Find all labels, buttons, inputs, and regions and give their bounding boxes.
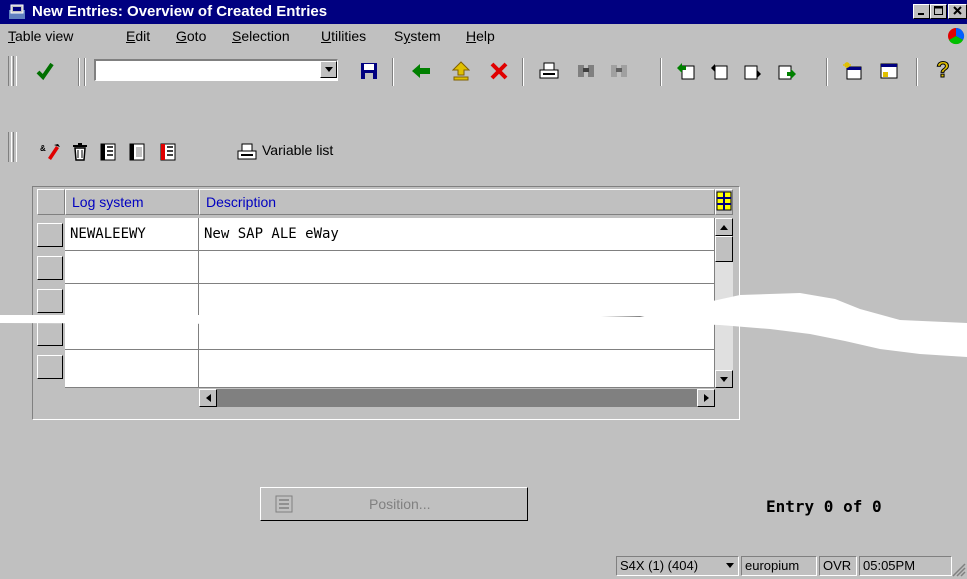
menu-edit[interactable]: Edit — [126, 28, 150, 44]
title-bar: New Entries: Overview of Created Entries — [0, 0, 967, 24]
torn-edge-overlay — [0, 293, 967, 357]
row-selector[interactable] — [37, 256, 63, 280]
row-selector[interactable] — [37, 355, 63, 379]
menu-goto[interactable]: Goto — [176, 28, 206, 44]
toolbar-grip — [13, 132, 17, 162]
table-settings-icon — [716, 191, 732, 211]
application-toolbar: & — [0, 90, 967, 180]
change-display-icon[interactable]: & — [40, 141, 62, 163]
system-field[interactable]: S4X (1) (404) — [616, 556, 739, 576]
menu-utilities[interactable]: Utilities — [321, 28, 366, 44]
back-icon[interactable] — [410, 60, 432, 82]
sap-logo-icon — [948, 27, 965, 45]
scroll-right-button[interactable] — [697, 389, 715, 407]
variable-list-button[interactable]: Variable list — [262, 142, 333, 158]
menu-table-view[interactable]: Table view — [8, 28, 73, 44]
menu-bar: Table view Edit Goto Selection Utilities… — [0, 24, 967, 48]
toolbar-grip — [8, 56, 12, 86]
scroll-down-button[interactable] — [715, 370, 733, 388]
menu-selection[interactable]: Selection — [232, 28, 290, 44]
arrow-up-icon — [720, 224, 728, 230]
minimize-button[interactable] — [913, 4, 930, 19]
status-bar: S4X (1) (404) europium OVR 05:05PM — [0, 543, 967, 579]
arrow-right-icon — [703, 394, 709, 402]
print-icon — [236, 141, 258, 163]
column-header-log-system[interactable]: Log system — [65, 189, 199, 215]
last-page-icon[interactable] — [776, 60, 798, 82]
menu-system[interactable]: System — [394, 28, 441, 44]
arrow-left-icon — [205, 394, 211, 402]
table-cell-description[interactable]: New SAP ALE eWay — [199, 218, 715, 251]
app-icon — [9, 4, 25, 19]
command-input[interactable] — [96, 61, 320, 78]
row-selector[interactable] — [37, 223, 63, 247]
find-icon[interactable] — [575, 60, 597, 82]
select-all-rows-button[interactable] — [37, 189, 65, 215]
chevron-down-icon[interactable] — [726, 563, 734, 568]
select-all-icon[interactable] — [97, 141, 119, 163]
column-header-description[interactable]: Description — [199, 189, 715, 215]
command-dropdown-button[interactable] — [320, 61, 337, 78]
toolbar-grip — [13, 56, 17, 86]
position-button-label: Position... — [369, 496, 431, 512]
scroll-thumb[interactable] — [715, 236, 733, 262]
save-icon[interactable] — [358, 60, 380, 82]
time-field: 05:05PM — [859, 556, 952, 576]
svg-text:&: & — [40, 144, 46, 153]
scroll-up-button[interactable] — [715, 218, 733, 236]
maximize-icon — [934, 6, 943, 15]
enter-checkmark-icon[interactable] — [34, 60, 56, 82]
create-session-icon[interactable] — [842, 60, 864, 82]
next-page-icon[interactable] — [742, 60, 764, 82]
table-settings-button[interactable] — [715, 189, 733, 215]
table-cell-description[interactable] — [199, 251, 715, 284]
chevron-down-icon — [324, 67, 333, 72]
toolbar-separator — [78, 58, 80, 86]
minimize-icon — [918, 13, 924, 15]
exit-icon[interactable] — [450, 60, 472, 82]
command-field[interactable] — [94, 59, 338, 81]
cancel-icon[interactable] — [488, 60, 510, 82]
position-icon — [275, 495, 293, 513]
position-button[interactable]: Position... — [260, 487, 528, 521]
system-label: S4X (1) (404) — [620, 558, 699, 573]
entry-count: Entry 0 of 0 — [766, 497, 882, 516]
horizontal-scrollbar[interactable] — [199, 389, 715, 407]
menu-help[interactable]: Help — [466, 28, 495, 44]
arrow-down-icon — [720, 376, 728, 382]
server-field: europium — [741, 556, 817, 576]
maximize-button[interactable] — [930, 4, 947, 19]
deselect-all-icon[interactable] — [126, 141, 148, 163]
close-icon — [953, 6, 962, 15]
window-title: New Entries: Overview of Created Entries — [32, 3, 328, 20]
table-cell-log-system[interactable] — [65, 251, 199, 284]
resize-grip-icon[interactable] — [952, 563, 966, 577]
print-icon[interactable] — [538, 60, 560, 82]
delete-icon[interactable] — [69, 141, 91, 163]
first-page-icon[interactable] — [675, 60, 697, 82]
select-block-icon[interactable] — [157, 141, 179, 163]
previous-page-icon[interactable] — [708, 60, 730, 82]
insert-mode-field: OVR — [819, 556, 857, 576]
scroll-left-button[interactable] — [199, 389, 217, 407]
close-button[interactable] — [948, 4, 967, 19]
shortcut-icon[interactable] — [878, 60, 900, 82]
help-icon[interactable]: ? — [932, 57, 954, 83]
toolbar-grip — [8, 132, 12, 162]
toolbar-separator — [84, 58, 86, 86]
find-next-icon[interactable] — [608, 60, 630, 82]
table-cell-log-system[interactable]: NEWALEEWY — [65, 218, 199, 251]
